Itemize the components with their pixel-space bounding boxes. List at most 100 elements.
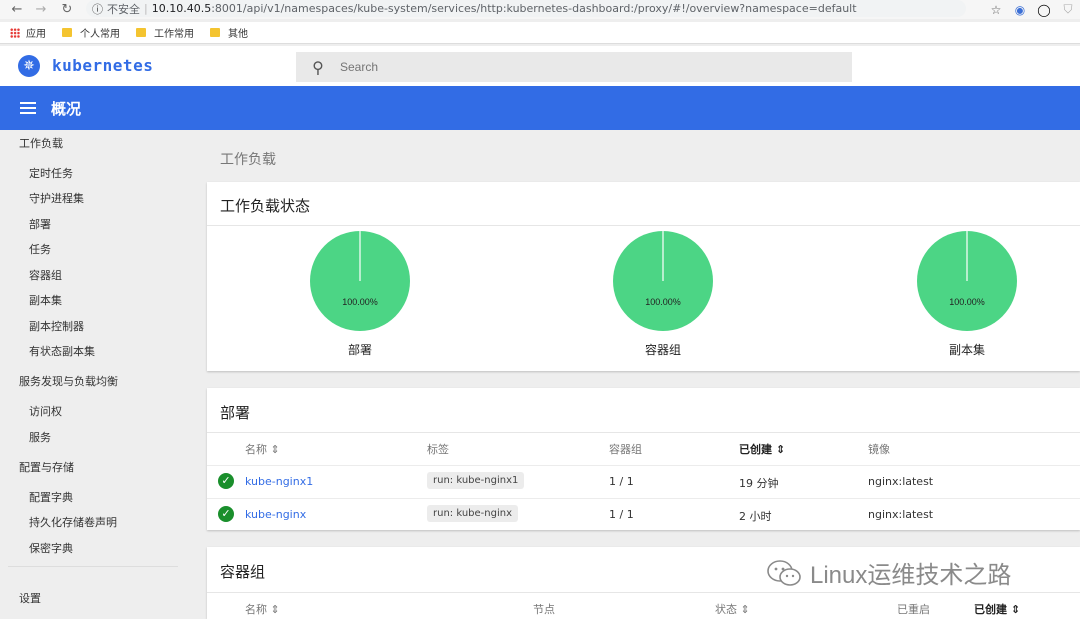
page-title: 概况 [51, 99, 82, 118]
back-icon[interactable]: ← [6, 2, 28, 17]
watermark-text: Linux运维技术之路 [810, 562, 1012, 589]
bookmark-label: 工作常用 [154, 29, 194, 40]
info-icon[interactable]: ⓘ [92, 1, 103, 17]
bookmark-personal[interactable]: 个人常用 [62, 25, 120, 40]
sidebar-item-settings[interactable]: 设置 [19, 590, 41, 606]
watermark: Linux运维技术之路 [766, 555, 1011, 590]
sidebar-item-secrets[interactable]: 保密字典 [29, 540, 73, 556]
forward-icon[interactable]: → [30, 2, 52, 17]
card-title: 容器组 [220, 563, 266, 581]
menu-icon[interactable] [20, 102, 36, 114]
column-header-name[interactable]: 名称 ⇕ [245, 441, 280, 457]
pie-pods[interactable]: 100.00% [613, 231, 713, 331]
column-label: 已创建 [974, 603, 1007, 616]
app-header: ✵ kubernetes ⚲ [0, 46, 1080, 86]
created-age: 2 小时 [739, 510, 772, 523]
workload-status-card: 工作负载状态 100.00% 部署 100.00% 容器组 100.00% 副本… [207, 182, 1080, 371]
extension-ring-icon[interactable]: ◯ [1032, 3, 1056, 17]
pie-percent: 100.00% [645, 297, 681, 307]
sidebar-item-configmaps[interactable]: 配置字典 [29, 489, 73, 505]
deployment-name-link[interactable]: kube-nginx1 [245, 475, 313, 488]
sidebar-item-pvcs[interactable]: 持久化存储卷声明 [29, 514, 117, 530]
pie-label: 副本集 [948, 343, 985, 357]
sidebar: 工作负载 定时任务 守护进程集 部署 任务 容器组 副本集 副本控制器 有状态副… [0, 130, 190, 619]
card-title: 部署 [220, 404, 251, 422]
column-header-restarts: 已重启 [897, 603, 930, 616]
shield-icon[interactable]: ⛉ [1056, 2, 1080, 17]
pie-label: 容器组 [644, 343, 681, 357]
pods-count: 1 / 1 [609, 508, 634, 521]
url-path: :8001/api/v1/namespaces/kube-system/serv… [211, 2, 857, 15]
sidebar-item-services[interactable]: 服务 [29, 429, 51, 445]
bookmark-label: 个人常用 [80, 29, 120, 40]
search-box[interactable]: ⚲ [296, 52, 852, 82]
sidebar-section-workloads[interactable]: 工作负载 [19, 135, 63, 151]
pods-count: 1 / 1 [609, 475, 634, 488]
sidebar-item-cronjobs[interactable]: 定时任务 [29, 165, 73, 181]
url-field[interactable]: ⓘ 不安全 | 10.10.40.5:8001/api/v1/namespace… [86, 0, 966, 17]
deployments-card: 部署 名称 ⇕ 标签 容器组 已创建 ⇕ 镜像 ✓ kube-nginx1 ru… [207, 388, 1080, 530]
pie-replicasets[interactable]: 100.00% [917, 231, 1017, 331]
sort-icon: ⇕ [1010, 603, 1021, 616]
sidebar-divider [8, 566, 178, 567]
card-divider [207, 592, 1080, 593]
column-header-status[interactable]: 状态 ⇕ [715, 601, 750, 617]
folder-icon [62, 28, 72, 37]
extension-icon[interactable]: ◉ [1008, 3, 1032, 17]
insecure-label: 不安全 [107, 2, 140, 16]
url-host: 10.10.40.5 [151, 2, 212, 15]
column-label: 名称 [245, 443, 267, 456]
card-divider [207, 225, 1080, 226]
column-header-pods: 容器组 [609, 443, 642, 456]
sidebar-item-daemonsets[interactable]: 守护进程集 [29, 190, 84, 206]
image-name: nginx:latest [868, 475, 934, 488]
sidebar-item-deployments[interactable]: 部署 [29, 216, 51, 232]
bookmark-apps[interactable]: 应用 [10, 25, 46, 40]
breadcrumb: 工作负载 [220, 152, 276, 168]
reload-icon[interactable]: ↻ [56, 2, 78, 17]
success-check-icon: ✓ [218, 506, 234, 522]
search-input[interactable] [340, 60, 820, 74]
card-title: 工作负载状态 [220, 197, 311, 215]
folder-icon [210, 28, 220, 37]
bookmark-other[interactable]: 其他 [210, 25, 248, 40]
sidebar-item-statefulsets[interactable]: 有状态副本集 [29, 343, 95, 359]
image-name: nginx:latest [868, 508, 934, 521]
deployment-name-link[interactable]: kube-nginx [245, 508, 306, 521]
page-toolbar: 概况 [0, 86, 1080, 130]
pie-percent: 100.00% [342, 297, 378, 307]
success-check-icon: ✓ [218, 473, 234, 489]
column-header-name[interactable]: 名称 ⇕ [245, 601, 280, 617]
search-icon: ⚲ [312, 57, 324, 77]
sidebar-section-discovery[interactable]: 服务发现与负载均衡 [19, 373, 118, 389]
sidebar-item-jobs[interactable]: 任务 [29, 241, 51, 257]
pie-deployments[interactable]: 100.00% [310, 231, 410, 331]
star-icon[interactable]: ☆ [984, 3, 1008, 17]
sort-icon: ⇕ [775, 443, 786, 456]
label-chip: run: kube-nginx1 [427, 472, 525, 489]
bookmark-label: 其他 [228, 29, 248, 40]
column-label: 名称 [245, 603, 267, 616]
created-age: 19 分钟 [739, 477, 779, 490]
column-header-created[interactable]: 已创建 ⇕ [974, 601, 1020, 617]
sort-icon: ⇕ [270, 603, 280, 616]
sort-icon: ⇕ [270, 443, 280, 456]
column-header-images: 镜像 [868, 443, 890, 456]
sidebar-item-replicationcontrollers[interactable]: 副本控制器 [29, 318, 84, 334]
sidebar-section-config[interactable]: 配置与存储 [19, 459, 74, 475]
bookmark-work[interactable]: 工作常用 [136, 25, 194, 40]
kubernetes-logo-icon[interactable]: ✵ [18, 55, 40, 77]
column-header-created[interactable]: 已创建 ⇕ [739, 441, 785, 457]
label-chip: run: kube-nginx [427, 505, 518, 522]
column-label: 状态 [715, 603, 737, 616]
wechat-icon [767, 559, 801, 586]
sidebar-item-pods[interactable]: 容器组 [29, 267, 62, 283]
sidebar-item-replicasets[interactable]: 副本集 [29, 292, 62, 308]
card-divider [207, 432, 1080, 433]
column-header-labels: 标签 [427, 443, 449, 456]
sidebar-item-ingresses[interactable]: 访问权 [29, 403, 62, 419]
row-divider [207, 498, 1080, 499]
row-divider [207, 465, 1080, 466]
brand-name[interactable]: kubernetes [52, 56, 153, 75]
bookmarks-bar: 应用 个人常用 工作常用 其他 [0, 22, 1080, 44]
